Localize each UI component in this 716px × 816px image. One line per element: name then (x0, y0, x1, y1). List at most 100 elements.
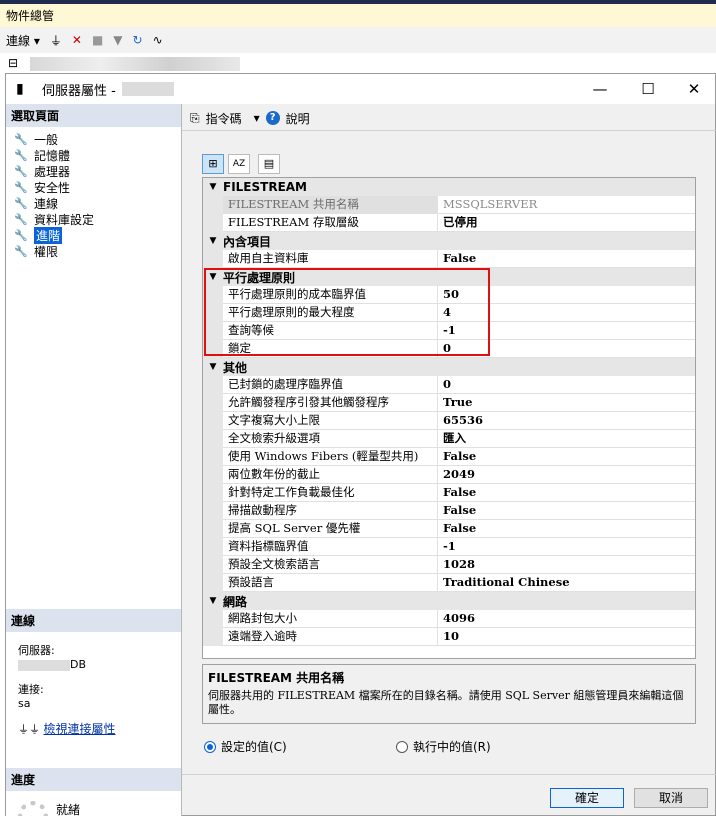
page-item-label: 進階 (34, 226, 63, 244)
property-value[interactable]: 2049 (438, 466, 695, 484)
activity-icon[interactable]: ∿ (153, 33, 163, 47)
connection-properties-icon: ⏚⏚ (18, 723, 40, 736)
alphabetical-sort-button[interactable]: AZ (228, 154, 250, 174)
property-row[interactable]: 遠端登入逾時 10 (203, 628, 695, 646)
disconnect-icon[interactable]: ✕ (72, 33, 82, 47)
script-dropdown-icon[interactable]: ▾ (254, 111, 260, 125)
wrench-icon: 🔧 (14, 148, 28, 162)
category-filestream[interactable]: ▼ FILESTREAM (203, 178, 695, 196)
property-row[interactable]: FILESTREAM 存取層級 已停用 (203, 214, 695, 232)
property-value[interactable]: True (438, 394, 695, 412)
plug-icon[interactable]: ⏚ (50, 32, 62, 49)
property-value[interactable]: 50 (438, 286, 695, 304)
property-row[interactable]: 允許觸發程序引發其他觸發程序 True (203, 394, 695, 412)
property-row[interactable]: 文字複寫大小上限 65536 (203, 412, 695, 430)
script-button[interactable]: 指令碼 (206, 110, 242, 127)
property-row[interactable]: 全文檢索升級選項 匯入 (203, 430, 695, 448)
configured-values-radio[interactable]: 設定的值(C) (204, 738, 287, 755)
page-item-memory[interactable]: 🔧 記憶體 (14, 147, 181, 163)
property-row[interactable]: 查詢等候 -1 (203, 322, 695, 340)
category-parallelism[interactable]: ▼ 平行處理原則 (203, 268, 695, 286)
category-label: FILESTREAM (223, 180, 307, 194)
property-row[interactable]: 啟用自主資料庫 False (203, 250, 695, 268)
page-item-permissions[interactable]: 🔧 權限 (14, 243, 181, 259)
running-values-radio[interactable]: 執行中的值(R) (396, 738, 491, 755)
refresh-icon[interactable]: ↻ (133, 33, 143, 47)
description-title: FILESTREAM 共用名稱 (208, 671, 345, 685)
collapse-icon[interactable]: ▼ (203, 236, 223, 246)
page-item-security[interactable]: 🔧 安全性 (14, 179, 181, 195)
property-row[interactable]: 預設語言 Traditional Chinese (203, 574, 695, 592)
ok-button[interactable]: 確定 (550, 788, 624, 808)
collapse-icon[interactable]: ▼ (203, 182, 223, 192)
minimize-button[interactable]: — (577, 76, 623, 102)
object-explorer-toolbar: 連線 ▾ ⏚ ✕ ■ ▼ ↻ ∿ (0, 27, 716, 53)
category-containment[interactable]: ▼ 內含項目 (203, 232, 695, 250)
property-name: 預設全文檢索語言 (223, 556, 438, 574)
page-item-general[interactable]: 🔧 一般 (14, 131, 181, 147)
server-icon: ▮ (16, 81, 24, 97)
property-row[interactable]: 提高 SQL Server 優先權 False (203, 520, 695, 538)
property-row[interactable]: 針對特定工作負載最佳化 False (203, 484, 695, 502)
tree-collapse-toggle[interactable]: ⊟ (8, 56, 18, 70)
connect-dropdown[interactable]: 連線 ▾ (6, 32, 40, 49)
property-row[interactable]: 已封鎖的處理序臨界值 0 (203, 376, 695, 394)
wrench-icon: 🔧 (14, 164, 28, 178)
property-value[interactable]: False (438, 520, 695, 538)
stop-icon[interactable]: ■ (92, 33, 103, 47)
property-value[interactable]: 4 (438, 304, 695, 322)
property-row[interactable]: 網路封包大小 4096 (203, 610, 695, 628)
property-value[interactable]: False (438, 250, 695, 268)
left-pane: 選取頁面 🔧 一般 🔧 記憶體 🔧 處理器 🔧 安全性 🔧 連線 🔧 資料庫設定 🔧 進階 🔧… (6, 104, 182, 816)
maximize-button[interactable]: ☐ (625, 76, 671, 102)
property-value[interactable]: -1 (438, 538, 695, 556)
property-value[interactable]: 0 (438, 340, 695, 358)
property-value[interactable]: Traditional Chinese (438, 574, 695, 592)
page-item-processors[interactable]: 🔧 處理器 (14, 163, 181, 179)
property-row[interactable]: 掃描啟動程序 False (203, 502, 695, 520)
property-row[interactable]: FILESTREAM 共用名稱 MSSQLSERVER (203, 196, 695, 214)
property-row[interactable]: 資料指標臨界值 -1 (203, 538, 695, 556)
property-row[interactable]: 鎖定 0 (203, 340, 695, 358)
wrench-icon: 🔧 (14, 196, 28, 210)
property-value[interactable]: 0 (438, 376, 695, 394)
property-row[interactable]: 平行處理原則的成本臨界值 50 (203, 286, 695, 304)
description-text: 伺服器共用的 FILESTREAM 檔案所在的目錄名稱。請使用 SQL Serv… (208, 689, 684, 716)
close-button[interactable]: ✕ (671, 76, 716, 102)
property-row[interactable]: 兩位數年份的截止 2049 (203, 466, 695, 484)
property-value[interactable]: MSSQLSERVER (438, 196, 695, 214)
collapse-icon[interactable]: ▼ (203, 362, 223, 372)
property-name: 允許觸發程序引發其他觸發程序 (223, 394, 438, 412)
cancel-button[interactable]: 取消 (634, 788, 708, 808)
filter-icon[interactable]: ▼ (113, 33, 122, 47)
wrench-icon: 🔧 (14, 180, 28, 194)
property-row[interactable]: 平行處理原則的最大程度 4 (203, 304, 695, 322)
property-value[interactable]: -1 (438, 322, 695, 340)
collapse-icon[interactable]: ▼ (203, 596, 223, 606)
property-value[interactable]: 匯入 (438, 430, 695, 448)
property-pages-button[interactable]: ▤ (258, 154, 280, 174)
property-value[interactable]: 1028 (438, 556, 695, 574)
page-item-connections[interactable]: 🔧 連線 (14, 195, 181, 211)
view-connection-properties-link[interactable]: 檢視連接屬性 (44, 722, 116, 736)
property-value[interactable]: False (438, 448, 695, 466)
page-item-database-settings[interactable]: 🔧 資料庫設定 (14, 211, 181, 227)
property-value[interactable]: 已停用 (438, 214, 695, 232)
category-network[interactable]: ▼ 網路 (203, 592, 695, 610)
property-name: 平行處理原則的最大程度 (223, 304, 438, 322)
property-value[interactable]: False (438, 502, 695, 520)
collapse-icon[interactable]: ▼ (203, 272, 223, 282)
property-row[interactable]: 預設全文檢索語言 1028 (203, 556, 695, 574)
property-value[interactable]: 65536 (438, 412, 695, 430)
script-icon: ⎘ (190, 110, 200, 125)
property-value[interactable]: False (438, 484, 695, 502)
category-miscellaneous[interactable]: ▼ 其他 (203, 358, 695, 376)
help-button[interactable]: 說明 (286, 110, 310, 127)
categorized-view-button[interactable]: ⊞ (202, 154, 224, 174)
radio-label: 執行中的值(R) (413, 740, 491, 754)
page-item-advanced[interactable]: 🔧 進階 (14, 226, 181, 244)
property-value[interactable]: 10 (438, 628, 695, 646)
property-row[interactable]: 使用 Windows Fibers (輕量型共用) False (203, 448, 695, 466)
property-value[interactable]: 4096 (438, 610, 695, 628)
connect-label: 連線 (6, 33, 31, 48)
